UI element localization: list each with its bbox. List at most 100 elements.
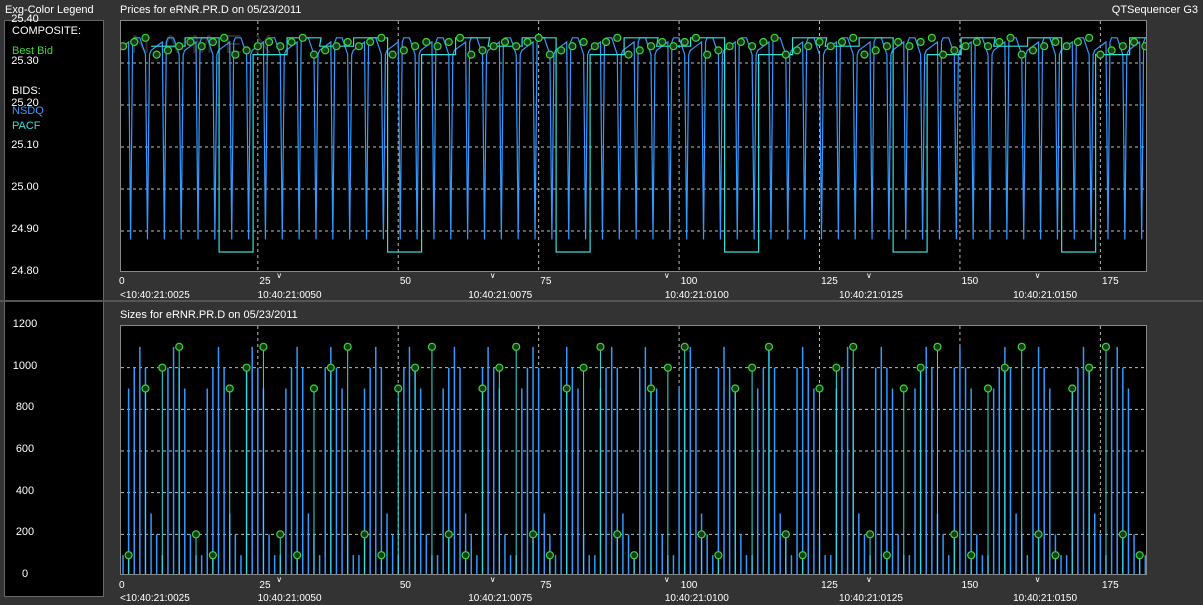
price-chart[interactable]: NAMEX <box>120 20 1147 272</box>
best-bid-marker <box>309 50 319 59</box>
best-bid-marker <box>410 42 420 51</box>
best-bid-marker <box>276 42 285 51</box>
best-bid-marker <box>1073 37 1082 47</box>
size-chart-title: Sizes for eRNR.PR.D on 05/23/2011 <box>120 309 298 321</box>
size-marker <box>646 384 656 393</box>
size-marker <box>562 384 571 393</box>
size-y-tick: 1000 <box>12 359 38 372</box>
size-marker <box>714 551 723 560</box>
best-bid-marker <box>455 33 465 42</box>
best-bid-marker <box>568 42 577 51</box>
size-axis-marker: ∨ <box>866 575 872 584</box>
best-bid-marker <box>343 37 352 47</box>
best-bid-marker <box>635 46 644 55</box>
best-bid-marker <box>557 46 566 55</box>
price-x-tick: 50 <box>399 276 411 287</box>
price-y-tick: 25.00 <box>11 181 39 193</box>
best-bid-marker <box>770 33 779 42</box>
best-bid-marker <box>1006 33 1015 42</box>
best-bid-marker <box>658 37 667 47</box>
size-marker <box>444 530 453 539</box>
best-bid-marker <box>332 42 341 51</box>
size-x-tick: 0 <box>119 580 125 591</box>
size-axis-marker: ∨ <box>276 575 283 584</box>
size-marker <box>478 384 487 393</box>
size-marker <box>916 363 925 372</box>
size-marker <box>899 384 908 393</box>
size-marker <box>141 384 150 393</box>
best-bid-marker <box>388 50 397 59</box>
price-axis-marker: ∨ <box>489 271 496 280</box>
best-bid-marker <box>1141 42 1146 51</box>
best-bid-marker <box>916 37 925 47</box>
price-time-tick: 10:40:21:0100 <box>664 290 729 301</box>
best-bid-marker <box>714 46 723 55</box>
best-bid-marker <box>860 50 869 59</box>
best-bid-marker <box>287 37 296 47</box>
best-bid-marker <box>1107 46 1116 55</box>
legend-composite-label: COMPOSITE: <box>12 25 82 37</box>
price-y-tick: 25.30 <box>11 55 39 67</box>
price-x-tick: 25 <box>259 276 271 287</box>
size-marker <box>680 342 689 351</box>
best-bid-marker <box>815 37 824 47</box>
size-x-tick: 150 <box>961 580 979 591</box>
legend-pacf: PACF <box>12 120 41 132</box>
best-bid-marker <box>545 50 554 59</box>
size-marker <box>410 363 420 372</box>
size-time-tick: 10:40:21:0050 <box>257 593 322 604</box>
best-bid-marker <box>837 37 847 47</box>
best-bid-marker <box>759 37 768 47</box>
size-marker <box>1101 342 1111 351</box>
best-bid-marker <box>646 42 656 51</box>
best-bid-marker <box>613 33 622 42</box>
price-time-tick: 10:40:21:0075 <box>468 290 533 301</box>
size-marker <box>663 363 672 372</box>
size-marker <box>731 384 740 393</box>
size-marker <box>1068 384 1077 393</box>
best-bid-marker <box>669 42 678 51</box>
best-bid-marker <box>512 42 521 51</box>
best-bid-marker <box>220 33 229 42</box>
price-y-tick: 25.40 <box>11 13 39 25</box>
price-y-tick: 25.20 <box>11 97 39 109</box>
best-bid-marker <box>366 37 375 47</box>
best-bid-marker <box>1062 42 1071 51</box>
best-bid-marker <box>152 50 161 59</box>
best-bid-marker <box>748 42 757 51</box>
best-bid-marker <box>961 42 970 51</box>
best-bid-marker <box>624 50 633 59</box>
size-chart[interactable] <box>120 325 1147 575</box>
best-bid-marker <box>601 37 611 47</box>
price-time-tick: 10:40:21:0150 <box>1013 290 1078 301</box>
size-marker <box>326 363 335 372</box>
size-marker <box>259 342 268 351</box>
size-x-tick: 50 <box>399 580 411 591</box>
best-bid-marker <box>938 50 948 59</box>
size-marker <box>1051 551 1060 560</box>
best-bid-marker <box>882 42 892 51</box>
best-bid-marker <box>691 33 701 42</box>
series-nsdq-line <box>122 37 1146 240</box>
best-bid-marker <box>1129 37 1139 47</box>
size-time-tick: <10:40:21:0025 <box>120 593 190 604</box>
best-bid-marker <box>1028 46 1038 55</box>
size-marker <box>1135 551 1144 560</box>
best-bid-marker <box>253 42 262 51</box>
best-bid-marker <box>703 50 712 59</box>
best-bid-marker <box>231 50 240 59</box>
size-x-tick: 125 <box>821 580 838 591</box>
size-y-tick: 1200 <box>12 318 38 330</box>
size-marker <box>394 384 403 393</box>
size-marker <box>1017 342 1026 351</box>
best-bid-marker <box>725 42 734 51</box>
price-axis-marker: ∨ <box>1034 271 1041 280</box>
best-bid-marker <box>242 46 251 55</box>
best-bid-marker <box>905 42 914 51</box>
best-bid-marker <box>534 33 543 42</box>
best-bid-marker <box>197 42 206 51</box>
size-marker <box>309 384 319 393</box>
size-marker <box>882 551 892 560</box>
size-marker <box>124 551 133 560</box>
app-brand: QTSequencer G3 <box>1111 4 1198 16</box>
